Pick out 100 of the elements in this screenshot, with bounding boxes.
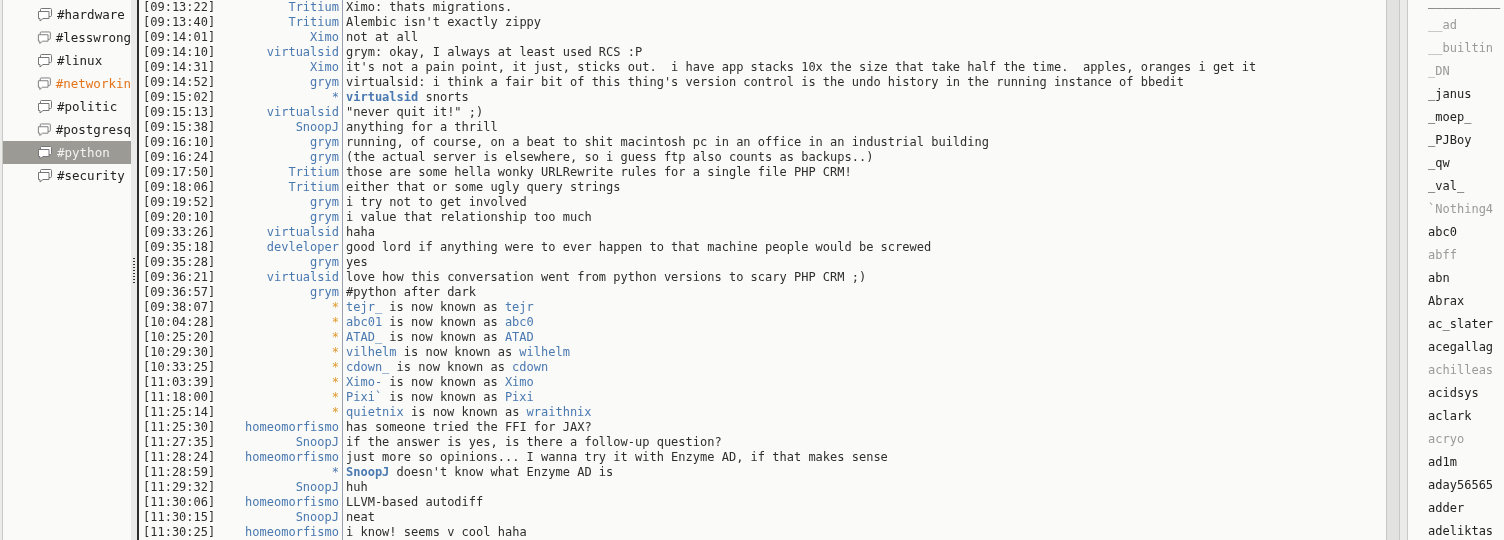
user-item[interactable]: _moep_ <box>1408 106 1504 129</box>
event-marker: * <box>331 300 339 315</box>
nickname[interactable]: homeomorfismo <box>245 495 339 510</box>
user-item[interactable]: acidsys <box>1408 382 1504 405</box>
nickname[interactable]: virtualsid <box>266 105 339 120</box>
user-item[interactable]: _PJBoy <box>1408 129 1504 152</box>
user-item[interactable]: `Nothing4 <box>1408 198 1504 221</box>
user-item[interactable]: __ad <box>1408 14 1504 37</box>
user-item[interactable]: _DN <box>1408 60 1504 83</box>
nickname[interactable]: Ximo <box>310 60 339 75</box>
message-text: anything for a thrill <box>345 120 498 135</box>
nickname[interactable]: devleloper <box>266 240 339 255</box>
nickname[interactable]: grym <box>310 195 339 210</box>
user-item[interactable]: _janus <box>1408 83 1504 106</box>
user-item[interactable]: ad1m <box>1408 451 1504 474</box>
chat-bubble-icon <box>37 99 53 114</box>
scrollbar[interactable] <box>1386 0 1401 540</box>
nickname[interactable]: SnoopJ <box>295 480 339 495</box>
message-text: if the answer is yes, is there a follow-up question? <box>345 435 722 450</box>
nickname[interactable]: virtualsid <box>346 90 419 105</box>
user-item[interactable]: adder <box>1408 497 1504 520</box>
nickname[interactable]: quietnix <box>346 405 404 420</box>
event-text: is now known as <box>389 315 498 330</box>
channel-item[interactable]: #linux <box>3 49 131 72</box>
nickname[interactable]: homeomorfismo <box>245 450 339 465</box>
channel-item[interactable]: #postgresq <box>3 118 131 141</box>
nickname[interactable]: cdown <box>512 360 549 375</box>
nickname[interactable]: wilhelm <box>519 345 570 360</box>
nickname[interactable]: wraithnix <box>526 405 592 420</box>
user-item[interactable]: __builtin <box>1408 37 1504 60</box>
channel-item[interactable]: #politic <box>3 95 131 118</box>
timestamp: [09:35:18] <box>142 240 217 255</box>
nickname[interactable]: Tritium <box>288 165 339 180</box>
chat-bubble-icon <box>37 30 52 45</box>
timestamp: [09:13:22] <box>142 0 217 15</box>
user-item[interactable]: _qw <box>1408 152 1504 175</box>
event-marker: * <box>331 315 339 330</box>
user-item[interactable]: Abrax <box>1408 290 1504 313</box>
nickname[interactable]: Ximo <box>310 30 339 45</box>
nickname[interactable]: abc0 <box>504 315 534 330</box>
nickname[interactable]: homeomorfismo <box>245 525 339 540</box>
timestamp: [11:27:35] <box>142 435 217 450</box>
timestamp: [11:03:39] <box>142 375 217 390</box>
nickname[interactable]: grym <box>310 255 339 270</box>
nickname[interactable]: grym <box>310 210 339 225</box>
user-item[interactable]: achilleas <box>1408 359 1504 382</box>
message-text: those are some hella wonky URLRewrite rules for a single file PHP CRM! <box>345 165 852 180</box>
event-text: is now known as <box>389 300 498 315</box>
nickname[interactable]: homeomorfismo <box>245 420 339 435</box>
nickname[interactable]: SnoopJ <box>346 465 390 480</box>
nickname[interactable]: Ximo- <box>346 375 383 390</box>
nickname[interactable]: tejr_ <box>346 300 383 315</box>
message-text: neat <box>345 510 375 525</box>
user-item[interactable]: abn <box>1408 267 1504 290</box>
nickname[interactable]: virtualsid <box>266 270 339 285</box>
user-item[interactable]: aclark <box>1408 405 1504 428</box>
event-marker: * <box>331 330 339 345</box>
nickname[interactable]: virtualsid <box>266 225 339 240</box>
user-item[interactable]: aday56565 <box>1408 474 1504 497</box>
nickname[interactable]: abc01 <box>346 315 383 330</box>
user-item[interactable]: acryo <box>1408 428 1504 451</box>
message-text: huh <box>345 480 368 495</box>
nickname[interactable]: Ximo <box>504 375 534 390</box>
channel-item[interactable]: #lesswrong <box>3 26 131 49</box>
user-item[interactable]: abff <box>1408 244 1504 267</box>
channel-item[interactable]: #security <box>3 164 131 187</box>
user-item[interactable]: abc0 <box>1408 221 1504 244</box>
timestamp: [09:16:10] <box>142 135 217 150</box>
nickname[interactable]: Tritium <box>288 180 339 195</box>
user-item[interactable]: _val_ <box>1408 175 1504 198</box>
nickname[interactable]: Pixi <box>504 390 534 405</box>
nickname[interactable]: Pixi` <box>346 390 383 405</box>
channel-item[interactable]: #hardware <box>3 3 131 26</box>
user-item[interactable]: adeliktas <box>1408 520 1504 540</box>
user-item[interactable]: acegallag <box>1408 336 1504 359</box>
nickname[interactable]: SnoopJ <box>295 435 339 450</box>
timestamp: [10:33:25] <box>142 360 217 375</box>
chat-bubble-icon <box>37 122 52 137</box>
nickname[interactable]: grym <box>310 135 339 150</box>
channel-item[interactable]: #python <box>3 141 131 164</box>
nickname[interactable]: cdown_ <box>346 360 390 375</box>
nickname[interactable]: grym <box>310 150 339 165</box>
user-item[interactable]: ac_slater <box>1408 313 1504 336</box>
nickname[interactable]: virtualsid <box>266 45 339 60</box>
nickname[interactable]: Tritium <box>288 0 339 15</box>
nickname[interactable]: ATAD_ <box>346 330 383 345</box>
nickname[interactable]: grym <box>310 75 339 90</box>
timestamp: [09:13:40] <box>142 15 217 30</box>
nickname[interactable]: SnoopJ <box>295 120 339 135</box>
channel-item[interactable]: #networkin <box>3 72 131 95</box>
splitter-handle[interactable] <box>133 257 135 283</box>
nickname[interactable]: Tritium <box>288 15 339 30</box>
nickname[interactable]: ATAD <box>504 330 534 345</box>
user-item[interactable]: __________ <box>1408 0 1504 14</box>
message-text: just more so opinions... I wanna try it with Enzyme AD, if that makes sense <box>345 450 888 465</box>
nickname[interactable]: vilhelm <box>346 345 397 360</box>
nickname[interactable]: tejr <box>504 300 534 315</box>
nickname[interactable]: grym <box>310 285 339 300</box>
nickname[interactable]: SnoopJ <box>295 510 339 525</box>
timestamp: [11:30:15] <box>142 510 217 525</box>
